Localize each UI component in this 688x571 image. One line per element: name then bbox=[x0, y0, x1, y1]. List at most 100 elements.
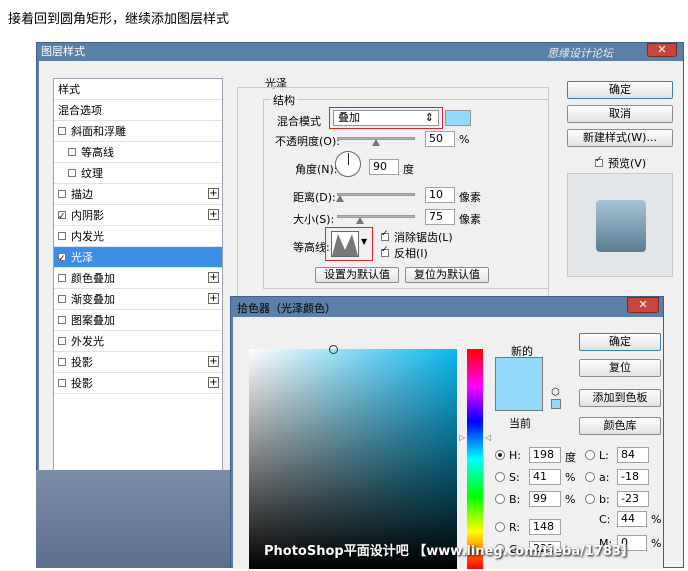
color-field-input[interactable]: 99 bbox=[529, 491, 561, 507]
style-list-item[interactable]: 颜色叠加 + bbox=[54, 268, 222, 289]
preview-option[interactable]: 预览(V) bbox=[595, 155, 646, 171]
style-checkbox[interactable] bbox=[58, 127, 66, 135]
blend-mode-select[interactable]: 叠加 ⇕ bbox=[333, 110, 439, 126]
style-checkbox[interactable] bbox=[58, 295, 66, 303]
color-mode-radio[interactable] bbox=[495, 472, 505, 482]
style-list-item[interactable]: 纹理 bbox=[54, 163, 222, 184]
current-color-swatch[interactable] bbox=[495, 385, 543, 411]
color-field-input[interactable]: 198 bbox=[529, 447, 561, 463]
style-list-item[interactable]: 投影 + bbox=[54, 352, 222, 373]
color-field-cursor[interactable] bbox=[329, 345, 338, 354]
lab-field-input[interactable]: 84 bbox=[617, 447, 649, 463]
style-list-item[interactable]: 混合选项 bbox=[54, 100, 222, 121]
style-list-item[interactable]: 图案叠加 bbox=[54, 310, 222, 331]
style-item-label: 样式 bbox=[58, 83, 80, 96]
color-field-input[interactable]: 41 bbox=[529, 469, 561, 485]
style-checkbox[interactable] bbox=[58, 274, 66, 282]
style-list-item[interactable]: 投影 + bbox=[54, 373, 222, 394]
cancel-button[interactable]: 取消 bbox=[567, 105, 673, 123]
hue-arrow-right-icon[interactable]: ◁ bbox=[485, 433, 491, 442]
style-checkbox[interactable] bbox=[58, 358, 66, 366]
lab-field-input[interactable]: -23 bbox=[617, 491, 649, 507]
opacity-slider-thumb[interactable] bbox=[372, 139, 380, 146]
style-checkbox[interactable] bbox=[68, 148, 76, 156]
style-checkbox[interactable] bbox=[58, 232, 66, 240]
style-list-item[interactable]: 描边 + bbox=[54, 184, 222, 205]
opacity-input[interactable]: 50 bbox=[425, 131, 455, 147]
style-item-label: 纹理 bbox=[81, 167, 103, 180]
style-checkbox[interactable] bbox=[58, 190, 66, 198]
style-list-item[interactable]: 内阴影 + bbox=[54, 205, 222, 228]
style-checkbox[interactable] bbox=[58, 207, 66, 228]
hue-slider[interactable] bbox=[467, 349, 483, 569]
style-list-item[interactable]: 内发光 bbox=[54, 226, 222, 247]
picker-ok-button[interactable]: 确定 bbox=[579, 333, 661, 351]
cmyk-field-key: C: bbox=[599, 513, 611, 526]
close-icon[interactable]: ✕ bbox=[647, 43, 677, 57]
hue-arrow-left-icon[interactable]: ▷ bbox=[459, 433, 465, 442]
plus-icon[interactable]: + bbox=[208, 209, 219, 220]
lab-field-key: a: bbox=[599, 471, 610, 484]
preview-checkbox[interactable] bbox=[595, 155, 603, 167]
lab-field-input[interactable]: -18 bbox=[617, 469, 649, 485]
style-checkbox[interactable] bbox=[58, 379, 66, 387]
plus-icon[interactable]: + bbox=[208, 188, 219, 199]
color-mode-radio[interactable] bbox=[495, 494, 505, 504]
opacity-label: 不透明度(O): bbox=[275, 135, 340, 148]
style-list-item[interactable]: 等高线 bbox=[54, 142, 222, 163]
color-field-input[interactable]: 148 bbox=[529, 519, 561, 535]
add-to-swatches-button[interactable]: 添加到色板 bbox=[579, 389, 661, 407]
color-mode-radio[interactable] bbox=[495, 522, 505, 532]
lab-mode-radio[interactable] bbox=[585, 472, 595, 482]
color-mode-radio[interactable] bbox=[495, 450, 505, 460]
plus-icon[interactable]: + bbox=[208, 293, 219, 304]
distance-label: 距离(D): bbox=[293, 191, 336, 204]
antialias-option[interactable]: 消除锯齿(L) bbox=[381, 229, 453, 245]
picker-close-icon[interactable]: ✕ bbox=[627, 297, 659, 313]
invert-option[interactable]: 反相(I) bbox=[381, 245, 428, 261]
cmyk-field-unit: % bbox=[651, 537, 662, 550]
style-list-item[interactable]: 渐变叠加 + bbox=[54, 289, 222, 310]
size-slider[interactable] bbox=[337, 215, 415, 218]
distance-slider[interactable] bbox=[337, 193, 415, 196]
antialias-checkbox[interactable] bbox=[381, 229, 389, 241]
lab-mode-radio[interactable] bbox=[585, 494, 595, 504]
style-list-item[interactable]: 样式 bbox=[54, 79, 222, 100]
invert-checkbox[interactable] bbox=[381, 245, 389, 257]
style-list-item[interactable]: 光泽 bbox=[54, 247, 222, 270]
plus-icon[interactable]: + bbox=[208, 377, 219, 388]
ok-button[interactable]: 确定 bbox=[567, 81, 673, 99]
color-field[interactable] bbox=[249, 345, 457, 569]
picker-reset-button[interactable]: 复位 bbox=[579, 359, 661, 377]
cube-icon[interactable]: ⬡ bbox=[551, 387, 560, 398]
style-list-item[interactable]: 外发光 bbox=[54, 331, 222, 352]
style-checkbox[interactable] bbox=[58, 316, 66, 324]
reset-default-button[interactable]: 复位为默认值 bbox=[405, 267, 489, 283]
lab-field-row: b: -23 bbox=[585, 491, 665, 509]
cmyk-field-input[interactable]: 44 bbox=[617, 511, 647, 527]
size-input[interactable]: 75 bbox=[425, 209, 455, 225]
angle-dial[interactable] bbox=[335, 151, 361, 177]
distance-input[interactable]: 10 bbox=[425, 187, 455, 203]
color-libraries-button[interactable]: 颜色库 bbox=[579, 417, 661, 435]
style-item-label: 图案叠加 bbox=[71, 314, 115, 327]
lab-mode-radio[interactable] bbox=[585, 450, 595, 460]
plus-icon[interactable]: + bbox=[208, 356, 219, 367]
style-checkbox[interactable] bbox=[58, 337, 66, 345]
style-checkbox[interactable] bbox=[58, 249, 66, 270]
distance-slider-thumb[interactable] bbox=[336, 195, 345, 202]
set-default-button[interactable]: 设置为默认值 bbox=[315, 267, 399, 283]
web-color-swatch[interactable] bbox=[551, 399, 561, 409]
style-list-item[interactable]: 斜面和浮雕 bbox=[54, 121, 222, 142]
contour-thumbnail[interactable] bbox=[331, 231, 359, 257]
new-style-button[interactable]: 新建样式(W)... bbox=[567, 129, 673, 147]
chevron-down-icon[interactable]: ▼ bbox=[361, 237, 367, 246]
size-slider-thumb[interactable] bbox=[356, 217, 365, 224]
satin-color-swatch[interactable] bbox=[445, 110, 471, 126]
plus-icon[interactable]: + bbox=[208, 272, 219, 283]
canvas-background bbox=[36, 470, 236, 568]
opacity-unit: % bbox=[459, 133, 470, 146]
style-checkbox[interactable] bbox=[68, 169, 76, 177]
angle-input[interactable]: 90 bbox=[369, 159, 399, 175]
style-item-label: 投影 bbox=[71, 356, 93, 369]
